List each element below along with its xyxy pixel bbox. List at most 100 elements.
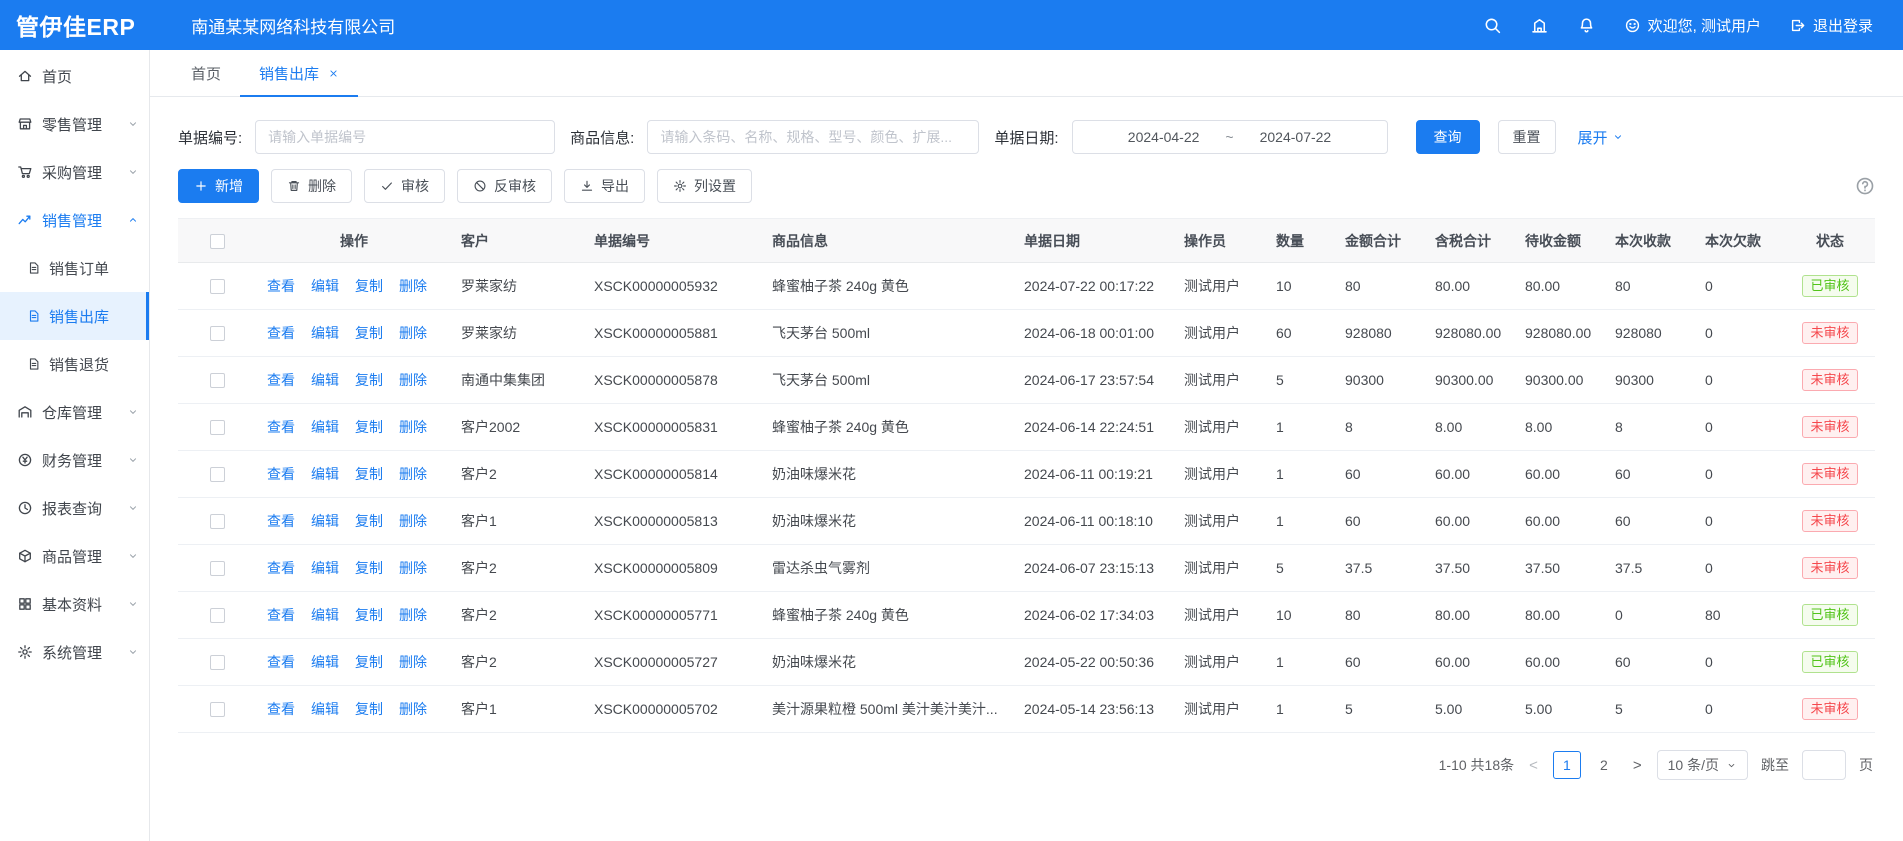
unaudit-button[interactable]: 反审核 xyxy=(457,169,552,203)
column-header[interactable]: 本次欠款 xyxy=(1695,219,1785,263)
row-action-view[interactable]: 查看 xyxy=(267,607,295,623)
add-button[interactable]: 新增 xyxy=(178,169,259,203)
column-header[interactable]: 操作 xyxy=(257,219,451,263)
row-action-delete[interactable]: 删除 xyxy=(399,654,427,670)
column-header[interactable]: 单据编号 xyxy=(584,219,762,263)
page-size-select[interactable]: 10 条/页 xyxy=(1657,750,1748,780)
row-action-edit[interactable]: 编辑 xyxy=(311,466,339,482)
row-checkbox[interactable] xyxy=(210,467,225,482)
row-action-delete[interactable]: 删除 xyxy=(399,513,427,529)
column-header[interactable]: 金额合计 xyxy=(1335,219,1425,263)
audit-button[interactable]: 审核 xyxy=(364,169,445,203)
date-start-value[interactable]: 2024-04-22 xyxy=(1128,129,1200,145)
page-button-2[interactable]: 2 xyxy=(1590,751,1618,779)
row-action-edit[interactable]: 编辑 xyxy=(311,278,339,294)
row-action-edit[interactable]: 编辑 xyxy=(311,372,339,388)
row-action-view[interactable]: 查看 xyxy=(267,419,295,435)
search-icon[interactable] xyxy=(1483,16,1502,35)
column-header[interactable]: 单据日期 xyxy=(1014,219,1174,263)
column-header[interactable]: 商品信息 xyxy=(762,219,1014,263)
row-checkbox[interactable] xyxy=(210,561,225,576)
row-action-view[interactable]: 查看 xyxy=(267,513,295,529)
sidebar-item-retail[interactable]: 零售管理 xyxy=(0,100,149,148)
select-all-checkbox[interactable] xyxy=(210,234,225,249)
jump-page-input[interactable] xyxy=(1802,750,1846,780)
row-checkbox[interactable] xyxy=(210,420,225,435)
row-action-edit[interactable]: 编辑 xyxy=(311,654,339,670)
row-action-edit[interactable]: 编辑 xyxy=(311,513,339,529)
row-action-delete[interactable]: 删除 xyxy=(399,278,427,294)
row-action-delete[interactable]: 删除 xyxy=(399,701,427,717)
sidebar-item-report[interactable]: 报表查询 xyxy=(0,484,149,532)
row-action-copy[interactable]: 复制 xyxy=(355,419,383,435)
row-checkbox[interactable] xyxy=(210,655,225,670)
delete-button[interactable]: 删除 xyxy=(271,169,352,203)
row-action-copy[interactable]: 复制 xyxy=(355,325,383,341)
row-action-edit[interactable]: 编辑 xyxy=(311,325,339,341)
logout-button[interactable]: 退出登录 xyxy=(1789,15,1873,36)
prev-page-button[interactable]: < xyxy=(1527,757,1540,774)
row-checkbox[interactable] xyxy=(210,326,225,341)
sidebar-item-purchase[interactable]: 采购管理 xyxy=(0,148,149,196)
row-checkbox[interactable] xyxy=(210,373,225,388)
row-checkbox[interactable] xyxy=(210,514,225,529)
sidebar-item-warehouse[interactable]: 仓库管理 xyxy=(0,388,149,436)
row-action-copy[interactable]: 复制 xyxy=(355,654,383,670)
row-action-edit[interactable]: 编辑 xyxy=(311,560,339,576)
column-settings-button[interactable]: 列设置 xyxy=(657,169,752,203)
row-action-edit[interactable]: 编辑 xyxy=(311,419,339,435)
row-action-view[interactable]: 查看 xyxy=(267,560,295,576)
row-action-delete[interactable]: 删除 xyxy=(399,419,427,435)
help-icon[interactable] xyxy=(1855,176,1875,196)
row-action-view[interactable]: 查看 xyxy=(267,278,295,294)
tab-sales-outbound[interactable]: 销售出库 xyxy=(240,50,358,96)
row-action-copy[interactable]: 复制 xyxy=(355,278,383,294)
row-action-delete[interactable]: 删除 xyxy=(399,560,427,576)
row-action-copy[interactable]: 复制 xyxy=(355,560,383,576)
home-icon[interactable] xyxy=(1530,16,1549,35)
row-action-copy[interactable]: 复制 xyxy=(355,607,383,623)
column-header[interactable]: 含税合计 xyxy=(1425,219,1515,263)
date-end-value[interactable]: 2024-07-22 xyxy=(1260,129,1332,145)
search-button[interactable]: 查询 xyxy=(1416,120,1480,154)
row-action-view[interactable]: 查看 xyxy=(267,654,295,670)
sidebar-item-sales-order[interactable]: 销售订单 xyxy=(0,244,149,292)
row-action-delete[interactable]: 删除 xyxy=(399,466,427,482)
sidebar-item-sales-return[interactable]: 销售退货 xyxy=(0,340,149,388)
column-header[interactable]: 本次收款 xyxy=(1605,219,1695,263)
notification-icon[interactable] xyxy=(1577,16,1596,35)
welcome-user[interactable]: 欢迎您, 测试用户 xyxy=(1624,15,1761,36)
date-range-picker[interactable]: 2024-04-22 ~ 2024-07-22 xyxy=(1072,120,1388,154)
tab-home[interactable]: 首页 xyxy=(172,50,240,96)
column-header[interactable]: 数量 xyxy=(1266,219,1335,263)
bill-no-input[interactable] xyxy=(255,120,555,154)
row-action-view[interactable]: 查看 xyxy=(267,325,295,341)
sidebar-item-goods[interactable]: 商品管理 xyxy=(0,532,149,580)
row-checkbox[interactable] xyxy=(210,279,225,294)
reset-button[interactable]: 重置 xyxy=(1498,120,1556,154)
column-header[interactable]: 状态 xyxy=(1785,219,1875,263)
app-logo[interactable]: 管伊佳ERP xyxy=(0,8,135,42)
row-action-edit[interactable]: 编辑 xyxy=(311,701,339,717)
row-action-delete[interactable]: 删除 xyxy=(399,607,427,623)
column-header[interactable]: 操作员 xyxy=(1174,219,1266,263)
sidebar-item-basic[interactable]: 基本资料 xyxy=(0,580,149,628)
row-action-view[interactable]: 查看 xyxy=(267,466,295,482)
row-action-copy[interactable]: 复制 xyxy=(355,701,383,717)
row-action-delete[interactable]: 删除 xyxy=(399,325,427,341)
row-action-edit[interactable]: 编辑 xyxy=(311,607,339,623)
sidebar-item-sales[interactable]: 销售管理 xyxy=(0,196,149,244)
sidebar-item-home[interactable]: 首页 xyxy=(0,52,149,100)
sidebar-item-system[interactable]: 系统管理 xyxy=(0,628,149,676)
row-action-view[interactable]: 查看 xyxy=(267,701,295,717)
export-button[interactable]: 导出 xyxy=(564,169,645,203)
row-checkbox[interactable] xyxy=(210,608,225,623)
column-header[interactable]: 客户 xyxy=(451,219,584,263)
row-checkbox[interactable] xyxy=(210,702,225,717)
sidebar-item-finance[interactable]: 财务管理 xyxy=(0,436,149,484)
row-action-delete[interactable]: 删除 xyxy=(399,372,427,388)
next-page-button[interactable]: > xyxy=(1631,757,1644,774)
sidebar-item-sales-outbound[interactable]: 销售出库 xyxy=(0,292,149,340)
expand-filters-link[interactable]: 展开 xyxy=(1578,127,1624,148)
close-icon[interactable] xyxy=(328,68,339,79)
